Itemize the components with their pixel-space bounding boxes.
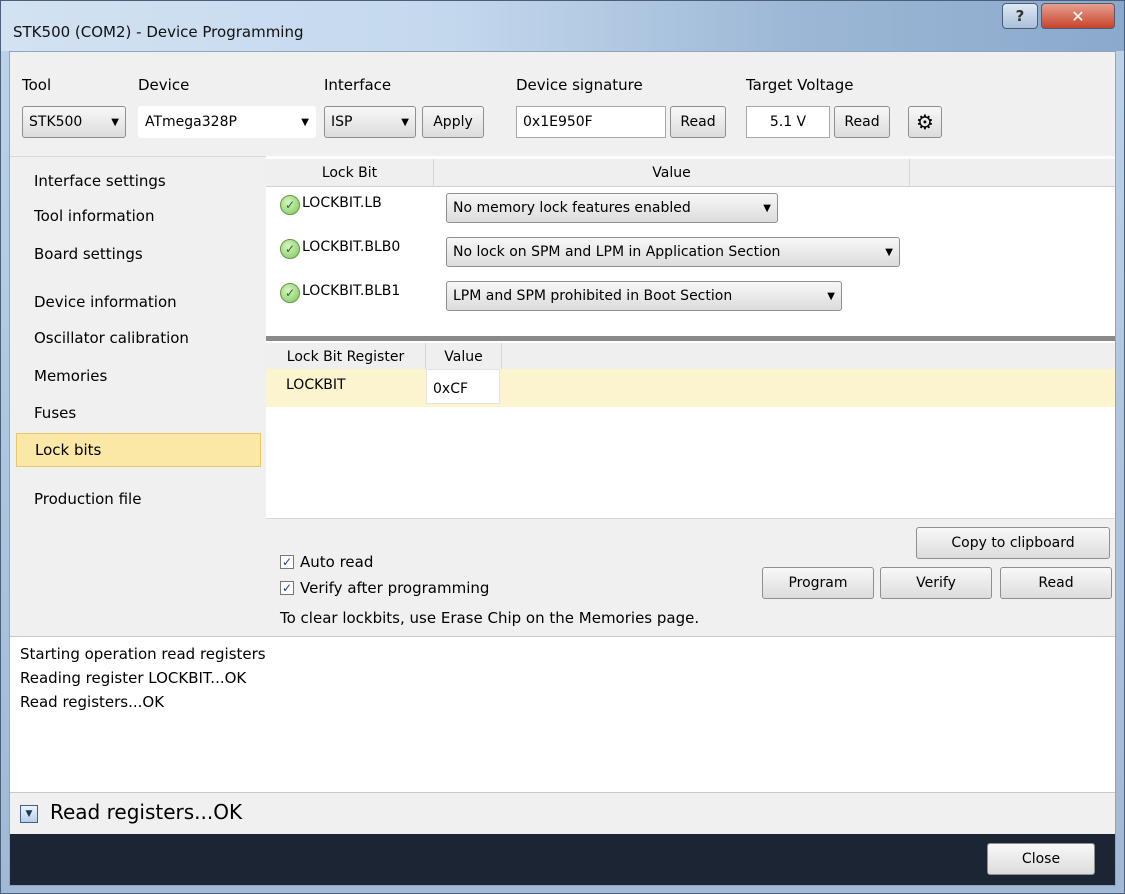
target-voltage-label: Target Voltage bbox=[746, 76, 854, 94]
window-title: STK500 (COM2) - Device Programming bbox=[13, 23, 304, 41]
client-area: Tool STK500 ▼ Device ATmega328P ▼ Interf… bbox=[9, 51, 1116, 886]
options-area: Copy to clipboard ✓ Auto read ✓ Verify a… bbox=[266, 518, 1115, 636]
nav-item-memories[interactable]: Memories bbox=[16, 359, 261, 393]
check-ok-icon: ✓ bbox=[280, 195, 300, 215]
chevron-down-icon: ▼ bbox=[401, 116, 409, 128]
check-ok-icon: ✓ bbox=[280, 239, 300, 259]
read-signature-button[interactable]: Read bbox=[670, 106, 726, 138]
lock-bit-name: LOCKBIT.LB bbox=[302, 195, 382, 211]
program-button[interactable]: Program bbox=[762, 567, 874, 599]
tool-label: Tool bbox=[22, 76, 52, 94]
register-value-column-header[interactable]: Value bbox=[426, 343, 502, 371]
device-value: ATmega328P bbox=[145, 114, 237, 130]
chevron-down-icon: ▼ bbox=[763, 202, 771, 214]
copy-to-clipboard-button[interactable]: Copy to clipboard bbox=[916, 527, 1110, 559]
lock-bit-blb0-select[interactable]: No lock on SPM and LPM in Application Se… bbox=[446, 237, 900, 267]
chevron-down-icon: ▼ bbox=[301, 116, 309, 128]
read-voltage-button[interactable]: Read bbox=[834, 106, 890, 138]
chevron-down-icon: ▼ bbox=[885, 246, 893, 258]
verify-check-box[interactable]: ✓ bbox=[280, 581, 294, 595]
lock-bit-grid-header: Lock Bit Value bbox=[266, 159, 1115, 187]
nav-item-interface-settings[interactable]: Interface settings bbox=[16, 164, 261, 198]
lock-bit-name: LOCKBIT.BLB1 bbox=[302, 283, 401, 299]
dialog-button-bar: Close bbox=[10, 834, 1115, 885]
device-programming-window: STK500 (COM2) - Device Programming ? ✕ T… bbox=[0, 0, 1125, 894]
apply-button[interactable]: Apply bbox=[422, 106, 484, 138]
nav-item-oscillator-calibration[interactable]: Oscillator calibration bbox=[16, 321, 261, 355]
lock-bit-lb-select[interactable]: No memory lock features enabled ▼ bbox=[446, 193, 778, 223]
device-signature-label: Device signature bbox=[516, 76, 643, 94]
nav-item-fuses[interactable]: Fuses bbox=[16, 396, 261, 430]
lock-bit-row: ✓ LOCKBIT.BLB1 LPM and SPM prohibited in… bbox=[266, 275, 1115, 319]
register-column-header[interactable]: Lock Bit Register bbox=[266, 343, 426, 371]
status-text: Read registers...OK bbox=[50, 800, 243, 824]
nav-item-lock-bits[interactable]: Lock bits bbox=[16, 433, 261, 467]
device-select[interactable]: ATmega328P ▼ bbox=[138, 106, 316, 138]
log-line: Reading register LOCKBIT...OK bbox=[20, 669, 247, 687]
tool-value: STK500 bbox=[29, 114, 83, 130]
navigation-sidebar: Interface settings Tool information Boar… bbox=[10, 156, 266, 636]
register-row[interactable]: LOCKBIT 0xCF bbox=[266, 369, 1115, 407]
lock-bit-value: LPM and SPM prohibited in Boot Section bbox=[453, 288, 733, 304]
status-bar: ▼ Read registers...OK bbox=[10, 792, 1115, 834]
clear-lockbits-hint: To clear lockbits, use Erase Chip on the… bbox=[280, 609, 700, 627]
nav-item-tool-information[interactable]: Tool information bbox=[16, 199, 261, 233]
read-button[interactable]: Read bbox=[1000, 567, 1112, 599]
auto-read-checkbox[interactable]: ✓ Auto read bbox=[280, 553, 373, 571]
verify-after-programming-label: Verify after programming bbox=[300, 579, 490, 597]
target-voltage-field[interactable]: 5.1 V bbox=[746, 106, 830, 138]
lock-bit-row: ✓ LOCKBIT.LB No memory lock features ena… bbox=[266, 187, 1115, 231]
lock-bits-panel: Lock Bit Value ✓ LOCKBIT.LB No memory lo… bbox=[266, 156, 1115, 636]
nav-item-device-information[interactable]: Device information bbox=[16, 285, 261, 319]
help-button[interactable]: ? bbox=[1002, 3, 1038, 29]
toolbar: Tool STK500 ▼ Device ATmega328P ▼ Interf… bbox=[10, 52, 1115, 156]
verify-button[interactable]: Verify bbox=[880, 567, 992, 599]
nav-item-production-file[interactable]: Production file bbox=[16, 482, 261, 516]
value-column-header[interactable]: Value bbox=[434, 159, 910, 187]
lock-bit-name: LOCKBIT.BLB0 bbox=[302, 239, 401, 255]
panel-splitter[interactable] bbox=[266, 336, 1115, 341]
chevron-down-icon: ▼ bbox=[827, 290, 835, 302]
lock-bit-value: No memory lock features enabled bbox=[453, 200, 691, 216]
interface-label: Interface bbox=[324, 76, 392, 94]
tool-select[interactable]: STK500 ▼ bbox=[22, 106, 126, 138]
lock-bit-blb1-select[interactable]: LPM and SPM prohibited in Boot Section ▼ bbox=[446, 281, 842, 311]
auto-read-check-box[interactable]: ✓ bbox=[280, 555, 294, 569]
output-log[interactable]: Starting operation read registers Readin… bbox=[10, 636, 1115, 792]
settings-gear-button[interactable]: ⚙ bbox=[908, 106, 942, 138]
register-name: LOCKBIT bbox=[286, 377, 346, 393]
device-signature-field[interactable]: 0x1E950F bbox=[516, 106, 666, 138]
verify-after-programming-checkbox[interactable]: ✓ Verify after programming bbox=[280, 579, 489, 597]
lock-bit-column-header[interactable]: Lock Bit bbox=[266, 159, 434, 187]
device-label: Device bbox=[138, 76, 190, 94]
check-ok-icon: ✓ bbox=[280, 283, 300, 303]
interface-select[interactable]: ISP ▼ bbox=[324, 106, 416, 138]
auto-read-label: Auto read bbox=[300, 553, 374, 571]
lock-bit-value: No lock on SPM and LPM in Application Se… bbox=[453, 244, 781, 260]
register-value-field[interactable]: 0xCF bbox=[426, 369, 500, 404]
chevron-down-icon: ▼ bbox=[25, 809, 33, 819]
title-bar[interactable]: STK500 (COM2) - Device Programming ? ✕ bbox=[1, 1, 1124, 51]
close-button[interactable]: Close bbox=[987, 843, 1095, 875]
register-grid-header: Lock Bit Register Value bbox=[266, 343, 1115, 371]
gear-icon: ⚙ bbox=[916, 110, 934, 134]
nav-item-board-settings[interactable]: Board settings bbox=[16, 237, 261, 271]
window-close-button[interactable]: ✕ bbox=[1041, 3, 1115, 29]
expand-log-button[interactable]: ▼ bbox=[20, 805, 38, 823]
interface-value: ISP bbox=[331, 114, 353, 130]
log-line: Starting operation read registers bbox=[20, 645, 266, 663]
log-line: Read registers...OK bbox=[20, 693, 165, 711]
chevron-down-icon: ▼ bbox=[111, 116, 119, 128]
lock-bit-row: ✓ LOCKBIT.BLB0 No lock on SPM and LPM in… bbox=[266, 231, 1115, 275]
